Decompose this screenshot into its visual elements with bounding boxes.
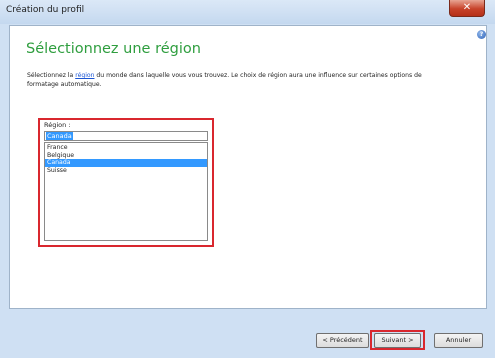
title-bar: Création du profil ✕	[0, 0, 495, 24]
cancel-button[interactable]: Annuler	[434, 333, 483, 348]
region-link[interactable]: région	[75, 72, 94, 79]
list-item-belgique[interactable]: Belgique	[45, 152, 207, 160]
window-title: Création du profil	[6, 5, 85, 15]
region-list[interactable]: France Belgique Canada Suisse	[44, 142, 208, 241]
description-text: Sélectionnez la région du monde dans laq…	[27, 72, 447, 89]
list-item-canada[interactable]: Canada	[45, 159, 207, 167]
region-highlight-box: Région : Canada France Belgique Canada S…	[38, 118, 214, 247]
list-item-suisse[interactable]: Suisse	[45, 167, 207, 175]
help-icon[interactable]: ?	[477, 30, 486, 39]
next-button[interactable]: Suivant >	[374, 333, 421, 348]
region-label: Région :	[44, 121, 71, 129]
close-button[interactable]: ✕	[449, 0, 485, 17]
page-heading: Sélectionnez une région	[26, 41, 201, 57]
region-input-value: Canada	[46, 132, 73, 140]
region-input[interactable]: Canada	[44, 131, 208, 141]
previous-button[interactable]: < Précédent	[316, 333, 369, 348]
dialog-window: Création du profil ✕ ? Sélectionnez une …	[0, 0, 495, 358]
list-item-france[interactable]: France	[45, 144, 207, 152]
description-before-link: Sélectionnez la	[27, 72, 76, 79]
close-icon: ✕	[462, 2, 472, 13]
